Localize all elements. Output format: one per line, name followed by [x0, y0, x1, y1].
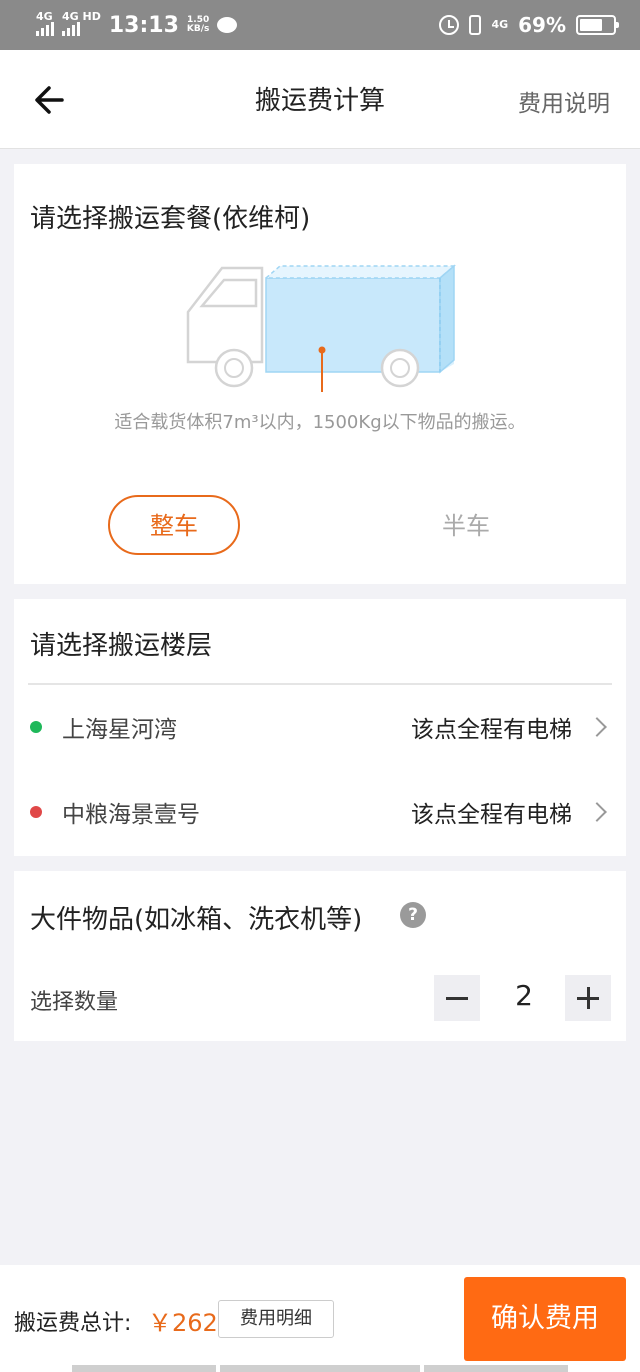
- floor-row-destination[interactable]: 中粮海景壹号 该点全程有电梯: [14, 782, 626, 842]
- truck-illustration: [186, 264, 457, 392]
- truck-capacity-description: 适合载货体积7m³以内，1500Kg以下物品的搬运。: [114, 412, 526, 433]
- origin-elevator-status: 该点全程有电梯: [411, 717, 572, 743]
- nav-gesture-bar: [424, 1365, 568, 1372]
- alarm-icon: [439, 15, 460, 35]
- large-items-card: 大件物品(如冰箱、洗衣机等) ? 选择数量 2: [14, 871, 626, 1041]
- package-card: 请选择搬运套餐(依维柯) 适合载货体积7m³以内，1500Kg以下物品的搬运。 …: [14, 164, 626, 584]
- total-price: ￥262: [148, 1309, 218, 1337]
- floor-title: 请选择搬运楼层: [30, 631, 213, 661]
- status-bar: 4G 4G HD 13:13 1.50 KB/s 4G 69%: [0, 0, 640, 50]
- quantity-value: 2: [515, 979, 533, 1012]
- origin-address: 上海星河湾: [62, 717, 177, 743]
- option-full-truck-button[interactable]: 整车: [108, 495, 240, 555]
- help-icon[interactable]: ?: [400, 902, 426, 928]
- divider: [28, 683, 612, 685]
- minus-icon: [446, 996, 468, 1000]
- message-notification-icon: [217, 17, 238, 33]
- package-title: 请选择搬运套餐(依维柯): [30, 204, 311, 234]
- fee-explanation-link[interactable]: 费用说明: [518, 84, 610, 118]
- increment-button[interactable]: [565, 975, 611, 1021]
- sim1-signal-icon: 4G: [36, 11, 54, 38]
- vibrate-icon: [469, 15, 482, 35]
- clock: 13:13: [108, 12, 179, 38]
- sim2-signal-icon: 4G HD: [62, 11, 101, 38]
- quantity-label: 选择数量: [30, 990, 119, 1015]
- chevron-right-icon: [587, 802, 607, 822]
- network-speed-unit: KB/s: [186, 24, 210, 34]
- floor-row-origin[interactable]: 上海星河湾 该点全程有电梯: [14, 697, 626, 757]
- floor-card: 请选择搬运楼层 上海星河湾 该点全程有电梯 中粮海景壹号 该点全程有电梯: [14, 599, 626, 856]
- decrement-button[interactable]: [434, 975, 480, 1021]
- option-half-truck-button[interactable]: 半车: [400, 495, 532, 555]
- bottom-bar: 搬运费总计: ￥262 费用明细 确认费用: [0, 1265, 640, 1372]
- destination-red-dot-icon: [30, 806, 42, 818]
- confirm-fee-button[interactable]: 确认费用: [464, 1277, 626, 1361]
- nav-bar: 搬运费计算 费用说明: [0, 50, 640, 149]
- total-label: 搬运费总计:: [14, 1311, 132, 1336]
- network-speed: 1.50 KB/s: [187, 16, 209, 34]
- battery-icon: [576, 15, 619, 35]
- large-items-title: 大件物品(如冰箱、洗衣机等): [30, 905, 363, 935]
- destination-elevator-status: 该点全程有电梯: [411, 802, 572, 828]
- nav-gesture-bar: [72, 1365, 216, 1372]
- chevron-right-icon: [587, 717, 607, 737]
- destination-address: 中粮海景壹号: [62, 802, 200, 828]
- nav-gesture-bar: [220, 1365, 420, 1372]
- origin-green-dot-icon: [30, 721, 42, 733]
- network-type: 4G: [491, 18, 509, 31]
- fee-detail-button[interactable]: 费用明细: [218, 1300, 334, 1338]
- battery-percent: 69%: [518, 13, 566, 37]
